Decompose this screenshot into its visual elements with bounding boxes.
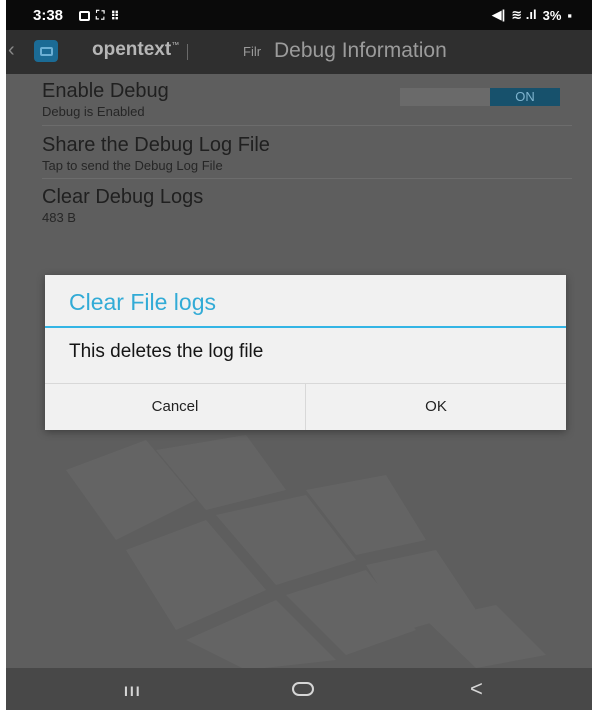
signal-icon: ≋ .ıl — [511, 7, 537, 22]
dialog-title-divider — [45, 326, 566, 328]
dialog-message: This deletes the log file — [69, 341, 264, 362]
setting-subtitle: 483 B — [42, 210, 76, 225]
background-watermark — [66, 435, 546, 670]
status-bar: 3:38 ⛶ ⠿ ◀| ≋ .ıl 3% ▪ — [6, 0, 592, 30]
setting-clear-debug-logs[interactable]: Clear Debug Logs 483 B — [42, 186, 203, 225]
setting-title: Enable Debug — [42, 80, 169, 102]
battery-icon: ▪ — [567, 7, 572, 23]
cancel-button[interactable]: Cancel — [45, 384, 305, 430]
back-icon[interactable]: ‹ — [8, 39, 15, 62]
dialog-title: Clear File logs — [69, 289, 216, 315]
app-logo-icon[interactable] — [34, 40, 58, 62]
battery-level: 3% — [542, 7, 562, 23]
mute-icon: ◀| — [491, 7, 506, 22]
notification-icon — [79, 10, 90, 21]
setting-subtitle: Debug is Enabled — [42, 104, 145, 119]
ok-button[interactable]: OK — [306, 384, 566, 430]
gallery-icon: ⛶ — [96, 8, 105, 22]
brand-divider — [187, 44, 188, 60]
navigation-bar: III < — [6, 668, 592, 710]
notification-icons: ⛶ ⠿ — [79, 8, 120, 23]
setting-subtitle: Tap to send the Debug Log File — [42, 158, 223, 173]
home-icon[interactable] — [292, 682, 314, 696]
product-name: Filr — [243, 44, 262, 59]
status-time: 3:38 — [33, 7, 64, 24]
recent-apps-icon[interactable]: III — [124, 683, 142, 699]
system-status: ◀| ≋ .ıl 3% ▪ — [492, 7, 572, 23]
toggle-on-label: ON — [490, 88, 560, 106]
divider — [42, 178, 572, 179]
brand-name: opentext™ — [92, 39, 180, 60]
setting-enable-debug[interactable]: Enable Debug Debug is Enabled — [42, 80, 169, 119]
page-title: Debug Information — [274, 39, 447, 62]
setting-title: Clear Debug Logs — [42, 186, 204, 208]
more-notifications-icon: ⠿ — [110, 8, 120, 23]
action-bar: ‹ opentext™ Filr Debug Information — [6, 30, 592, 74]
divider — [42, 125, 572, 126]
setting-title: Share the Debug Log File — [42, 134, 270, 156]
debug-toggle[interactable]: ON — [400, 88, 560, 106]
phone-screen: 3:38 ⛶ ⠿ ◀| ≋ .ıl 3% ▪ ‹ opentext™ Filr … — [6, 0, 592, 710]
back-nav-icon[interactable]: < — [470, 676, 483, 702]
setting-share-debug-log[interactable]: Share the Debug Log File Tap to send the… — [42, 134, 270, 173]
clear-logs-dialog: Clear File logs This deletes the log fil… — [45, 275, 566, 430]
